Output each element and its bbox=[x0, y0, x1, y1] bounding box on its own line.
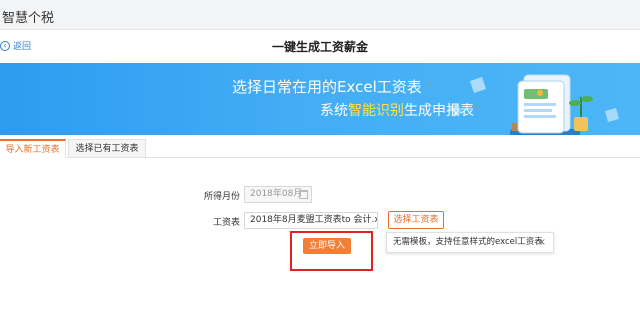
app-bar: 智慧个税 bbox=[0, 0, 640, 30]
tab-import-new[interactable]: 导入新工资表 bbox=[0, 139, 66, 158]
close-icon[interactable]: × bbox=[538, 233, 546, 252]
calendar-icon bbox=[299, 190, 308, 199]
page-header: ‹ 返回 一键生成工资薪金 bbox=[0, 30, 640, 60]
banner-subline-highlight: 智能识别 bbox=[348, 103, 404, 119]
choose-salary-sheet-button[interactable]: 选择工资表 bbox=[388, 211, 444, 229]
tab-select-existing[interactable]: 选择已有工资表 bbox=[68, 139, 146, 158]
annotation-highlight-box bbox=[290, 231, 373, 271]
app-title: 智慧个税 bbox=[2, 11, 55, 26]
banner-headline: 选择日常在用的Excel工资表 bbox=[232, 78, 422, 96]
hint-tooltip: 无需模板，支持任意样式的excel工资表 × bbox=[386, 232, 554, 253]
month-label: 所得月份 bbox=[203, 192, 240, 202]
month-picker[interactable]: 2018年08月 bbox=[244, 186, 312, 203]
page-title: 一键生成工资薪金 bbox=[271, 40, 368, 54]
promo-banner: 选择日常在用的Excel工资表 系统智能识别生成申报表 bbox=[0, 63, 640, 135]
month-value: 2018年08月 bbox=[250, 189, 303, 199]
hint-tooltip-text: 无需模板，支持任意样式的excel工资表 bbox=[393, 237, 543, 247]
tab-bar: 导入新工资表 选择已有工资表 bbox=[0, 139, 640, 158]
salary-sheet-label: 工资表 bbox=[212, 218, 240, 228]
banner-subline-prefix: 系统 bbox=[320, 103, 348, 119]
document-illustration-icon bbox=[450, 74, 619, 135]
salary-sheet-file-field[interactable]: 2018年8月麦盟工资表to 会计.xlsx bbox=[244, 212, 378, 229]
